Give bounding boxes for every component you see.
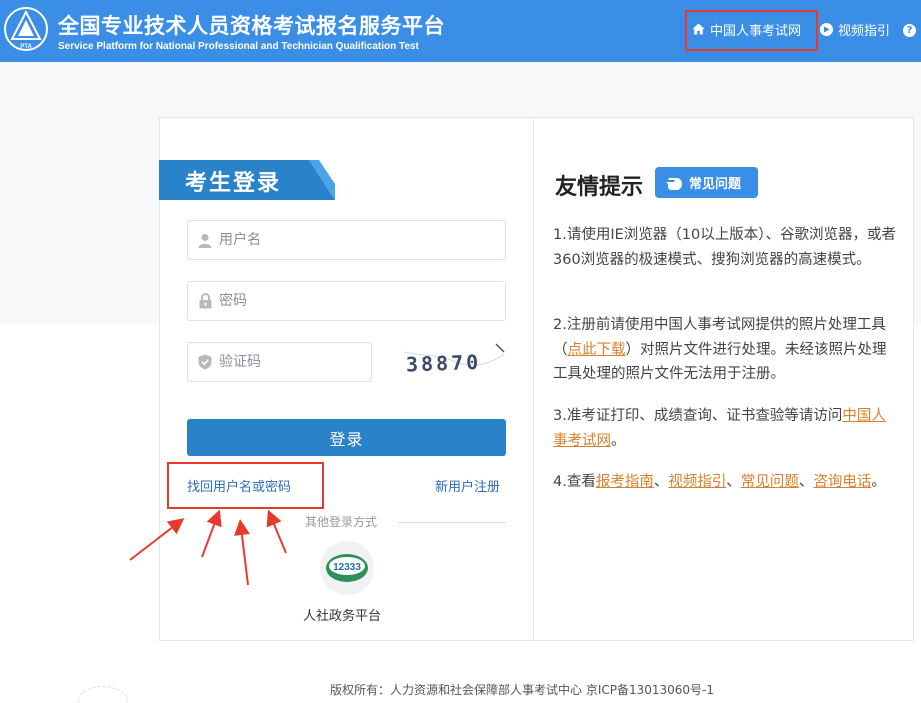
nav-cpta-link[interactable]: 中国人事考试网 (692, 18, 801, 40)
captcha-text: 38870 (406, 350, 482, 377)
username-field[interactable] (187, 220, 506, 260)
login-title: 考生登录 (185, 171, 282, 196)
footer-copyright: 版权所有：人力资源和社会保障部人事考试中心 京ICP备13013060号-1 (330, 683, 715, 697)
card-divider (533, 118, 534, 640)
password-input[interactable] (219, 293, 465, 309)
password-field[interactable] (187, 281, 506, 321)
other-login-label: 其他登录方式 (305, 515, 378, 529)
faq-button-label: 常见问题 (689, 177, 742, 192)
hrss-platform-label: 人社政务平台 (303, 609, 382, 624)
other-login-divider (398, 522, 506, 523)
captcha-field[interactable] (187, 342, 372, 382)
tips-title: 友情提示 (555, 175, 644, 200)
photo-tool-download-link[interactable]: 点此下载 (568, 342, 626, 358)
captcha-input[interactable] (219, 354, 358, 370)
exam-guide-link[interactable]: 报考指南 (596, 474, 654, 490)
hrss-12333-logo: 12333 (326, 554, 368, 582)
top-header: PTA 全国专业技术人员资格考试报名服务平台 Service Platform … (0, 0, 921, 62)
platform-title: 全国专业技术人员资格考试报名服务平台 (58, 14, 445, 38)
help-icon[interactable]: ? (903, 24, 916, 37)
platform-subtitle: Service Platform for National Profession… (58, 41, 419, 52)
faq-link[interactable]: 常见问题 (741, 474, 799, 490)
home-icon (692, 23, 705, 35)
tip-browser: 1.请使用IE浏览器（10以上版本）、谷歌浏览器，或者360浏览器的极速模式、搜… (553, 227, 896, 268)
user-icon (198, 232, 212, 248)
consult-phone-link[interactable]: 咨询电话 (813, 474, 871, 490)
svg-text:12333: 12333 (333, 562, 361, 573)
captcha-image[interactable]: 38870 (400, 340, 506, 382)
hrss-platform-login-button[interactable]: 12333 (320, 541, 374, 595)
nav-video-label: 视频指引 (838, 23, 891, 39)
svg-text:PTA: PTA (20, 44, 32, 50)
watermark-emblem (78, 686, 128, 703)
shield-check-icon (198, 354, 212, 370)
tip-exam-services: 3.准考证打印、成绩查询、证书查验等请访问中国人事考试网。 (553, 408, 886, 449)
forgot-credentials-link[interactable]: 找回用户名或密码 (187, 476, 291, 495)
lock-icon (198, 293, 212, 309)
play-icon (820, 22, 833, 36)
pointing-hand-icon (666, 177, 682, 190)
nav-video-guide-link[interactable]: 视频指引 (820, 18, 890, 40)
tip-photo-tool: 2.注册前请使用中国人事考试网提供的照片处理工具（点此下载）对照片文件进行处理。… (553, 317, 887, 382)
pta-logo: PTA (4, 7, 48, 51)
nav-cpta-label: 中国人事考试网 (710, 23, 802, 39)
faq-button[interactable]: 常见问题 (655, 167, 758, 198)
login-title-ribbon: 考生登录 (159, 160, 335, 200)
register-link[interactable]: 新用户注册 (435, 476, 500, 495)
login-button[interactable]: 登录 (187, 419, 506, 456)
video-guide-link[interactable]: 视频指引 (668, 474, 726, 490)
tip-guides: 4.查看报考指南、视频指引、常见问题、咨询电话。 (553, 474, 886, 490)
username-input[interactable] (219, 232, 465, 248)
